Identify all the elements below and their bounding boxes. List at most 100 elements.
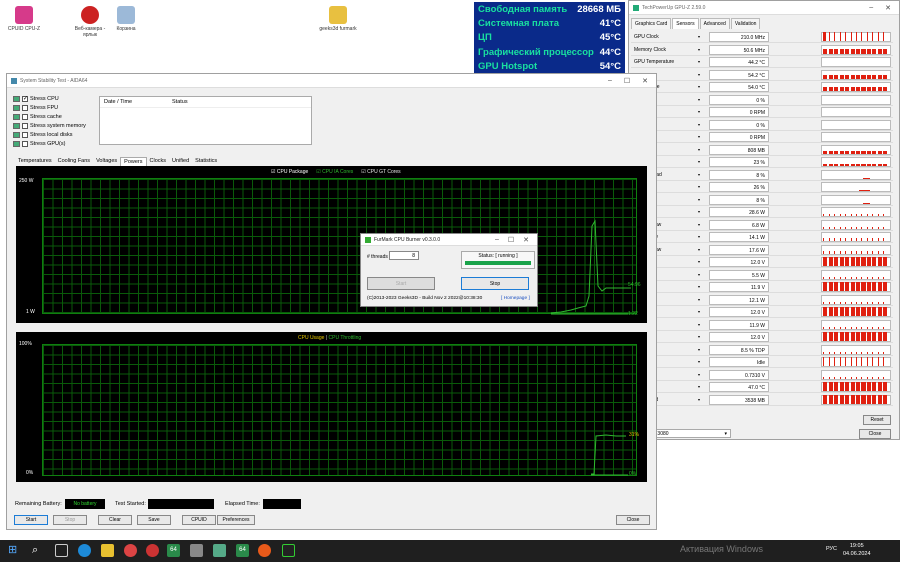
chevron-down-icon[interactable]: ▾ bbox=[698, 197, 700, 202]
close-icon[interactable]: ✕ bbox=[523, 236, 529, 244]
reset-button[interactable]: Reset bbox=[863, 415, 891, 425]
gpuz-titlebar[interactable]: TechPowerUp GPU-Z 2.59.0– ✕ bbox=[629, 1, 899, 15]
task-view-icon[interactable] bbox=[55, 544, 68, 557]
sensor-value: 6.8 W bbox=[709, 219, 769, 230]
edge-icon[interactable] bbox=[78, 544, 91, 557]
chevron-down-icon[interactable]: ▾ bbox=[698, 184, 700, 189]
furmark-cpu-task-icon[interactable] bbox=[282, 544, 295, 557]
tab-cooling-fans[interactable]: Cooling Fans bbox=[55, 157, 93, 166]
aida64-task-icon[interactable]: 64 bbox=[167, 544, 180, 557]
preferences-button[interactable]: Preferences bbox=[217, 515, 255, 525]
chevron-down-icon[interactable]: ▾ bbox=[698, 359, 700, 364]
tab-statistics[interactable]: Statistics bbox=[192, 157, 220, 166]
start-button[interactable]: Start bbox=[14, 515, 48, 525]
tab-advanced[interactable]: Advanced bbox=[699, 18, 730, 29]
homepage-link[interactable]: [ Homepage ] bbox=[501, 296, 530, 301]
sensor-row: ower▾12.1 W bbox=[631, 294, 893, 306]
app-icon[interactable] bbox=[190, 544, 203, 557]
threads-input[interactable]: 8 bbox=[389, 251, 419, 260]
checkbox-icon[interactable] bbox=[22, 114, 28, 120]
chevron-down-icon[interactable]: ▾ bbox=[698, 322, 700, 327]
minimize-icon[interactable]: – bbox=[495, 236, 499, 244]
maximize-icon[interactable]: ☐ bbox=[624, 77, 630, 85]
tab-sensors[interactable]: Sensors bbox=[672, 18, 699, 29]
chevron-down-icon[interactable]: ▾ bbox=[698, 334, 700, 339]
tab-powers[interactable]: Powers bbox=[120, 157, 147, 166]
stress-option[interactable]: Stress local disks bbox=[13, 132, 73, 138]
close-icon[interactable]: ✕ bbox=[885, 4, 891, 12]
minimize-icon[interactable]: – bbox=[869, 4, 873, 12]
aida64-task-icon-2[interactable]: 64 bbox=[236, 544, 249, 557]
checkbox-icon[interactable] bbox=[22, 132, 28, 138]
search-icon[interactable]: ⌕ bbox=[32, 544, 45, 557]
gpuz-close-button[interactable]: Close bbox=[859, 429, 891, 439]
minimize-icon[interactable]: – bbox=[608, 77, 612, 85]
chevron-down-icon[interactable]: ▾ bbox=[698, 309, 700, 314]
tab-validation[interactable]: Validation bbox=[730, 18, 761, 29]
chevron-down-icon[interactable]: ▾ bbox=[698, 372, 700, 377]
checkbox-icon[interactable] bbox=[22, 123, 28, 129]
furmark-stop-button[interactable]: Stop bbox=[461, 277, 529, 290]
furmark-titlebar[interactable]: FurMark CPU Burner v0.3.0.0– ☐ ✕ bbox=[361, 234, 537, 246]
chevron-down-icon[interactable]: ▾ bbox=[698, 122, 700, 127]
checkbox-icon[interactable] bbox=[22, 105, 28, 111]
chevron-down-icon[interactable]: ▾ bbox=[698, 147, 700, 152]
stop-button[interactable]: Stop bbox=[53, 515, 87, 525]
chevron-down-icon[interactable]: ▾ bbox=[698, 297, 700, 302]
tab-temperatures[interactable]: Temperatures bbox=[15, 157, 55, 166]
stress-option[interactable]: Stress cache bbox=[13, 114, 62, 120]
checkbox-icon[interactable] bbox=[22, 141, 28, 147]
stress-option[interactable]: Stress system memory bbox=[13, 123, 86, 129]
furmark-task-icon[interactable] bbox=[258, 544, 271, 557]
furmark-start-button[interactable]: Start bbox=[367, 277, 435, 290]
chevron-down-icon[interactable]: ▾ bbox=[698, 34, 700, 39]
checkbox-icon[interactable] bbox=[22, 96, 28, 102]
desktop-icon-furmark[interactable]: geeks3d furmark bbox=[316, 6, 360, 32]
chevron-down-icon[interactable]: ▾ bbox=[698, 247, 700, 252]
sensor-value: 12.1 W bbox=[709, 294, 769, 305]
chevron-down-icon[interactable]: ▾ bbox=[698, 384, 700, 389]
chevron-down-icon[interactable]: ▾ bbox=[698, 234, 700, 239]
aida-close-button[interactable]: Close bbox=[616, 515, 650, 525]
tab-clocks[interactable]: Clocks bbox=[147, 157, 170, 166]
chevron-down-icon[interactable]: ▾ bbox=[698, 272, 700, 277]
clock[interactable]: 19:05 04.06.2024 bbox=[843, 542, 871, 558]
stress-option[interactable]: Stress CPU bbox=[13, 96, 59, 102]
desktop-icon-recycle-bin[interactable]: Корзина bbox=[104, 6, 148, 32]
webcam-app-icon[interactable] bbox=[146, 544, 159, 557]
chevron-down-icon[interactable]: ▾ bbox=[698, 284, 700, 289]
maximize-icon[interactable]: ☐ bbox=[508, 236, 514, 244]
save-button[interactable]: Save bbox=[137, 515, 171, 525]
cpuid-button[interactable]: CPUID bbox=[182, 515, 216, 525]
chevron-down-icon[interactable]: ▾ bbox=[698, 159, 700, 164]
chrome-icon[interactable] bbox=[124, 544, 137, 557]
chevron-down-icon[interactable]: ▾ bbox=[698, 109, 700, 114]
chevron-down-icon[interactable]: ▾ bbox=[698, 209, 700, 214]
chevron-down-icon[interactable]: ▾ bbox=[698, 59, 700, 64]
stress-option[interactable]: Stress FPU bbox=[13, 105, 58, 111]
chevron-down-icon[interactable]: ▾ bbox=[698, 47, 700, 52]
clear-button[interactable]: Clear bbox=[98, 515, 132, 525]
aida-titlebar[interactable]: System Stability Test - AIDA64– ☐ ✕ bbox=[7, 74, 656, 88]
tab-voltages[interactable]: Voltages bbox=[93, 157, 120, 166]
cpu-usage-graph: CPU Usage | CPU Throttling 100% 0% 31% 0… bbox=[16, 332, 647, 482]
chevron-down-icon[interactable]: ▾ bbox=[698, 84, 700, 89]
chevron-down-icon[interactable]: ▾ bbox=[698, 397, 700, 402]
explorer-icon[interactable] bbox=[101, 544, 114, 557]
tab-unified[interactable]: Unified bbox=[169, 157, 192, 166]
language-indicator[interactable]: РУС bbox=[826, 546, 837, 552]
close-icon[interactable]: ✕ bbox=[642, 77, 648, 85]
chevron-down-icon[interactable]: ▾ bbox=[698, 97, 700, 102]
chevron-down-icon[interactable]: ▾ bbox=[698, 347, 700, 352]
desktop-icon-cpuz[interactable]: CPUID CPU-Z bbox=[2, 6, 46, 32]
chevron-down-icon[interactable]: ▾ bbox=[698, 222, 700, 227]
tab-graphics-card[interactable]: Graphics Card bbox=[631, 18, 672, 29]
windows-start-icon[interactable]: ⊞ bbox=[8, 544, 21, 557]
chevron-down-icon[interactable]: ▾ bbox=[698, 172, 700, 177]
chevron-down-icon[interactable]: ▾ bbox=[698, 134, 700, 139]
chevron-down-icon[interactable]: ▾ bbox=[698, 259, 700, 264]
stress-option[interactable]: Stress GPU(s) bbox=[13, 141, 65, 147]
chevron-down-icon[interactable]: ▾ bbox=[698, 72, 700, 77]
sensor-graph bbox=[821, 344, 891, 355]
gpuz-task-icon[interactable] bbox=[213, 544, 226, 557]
